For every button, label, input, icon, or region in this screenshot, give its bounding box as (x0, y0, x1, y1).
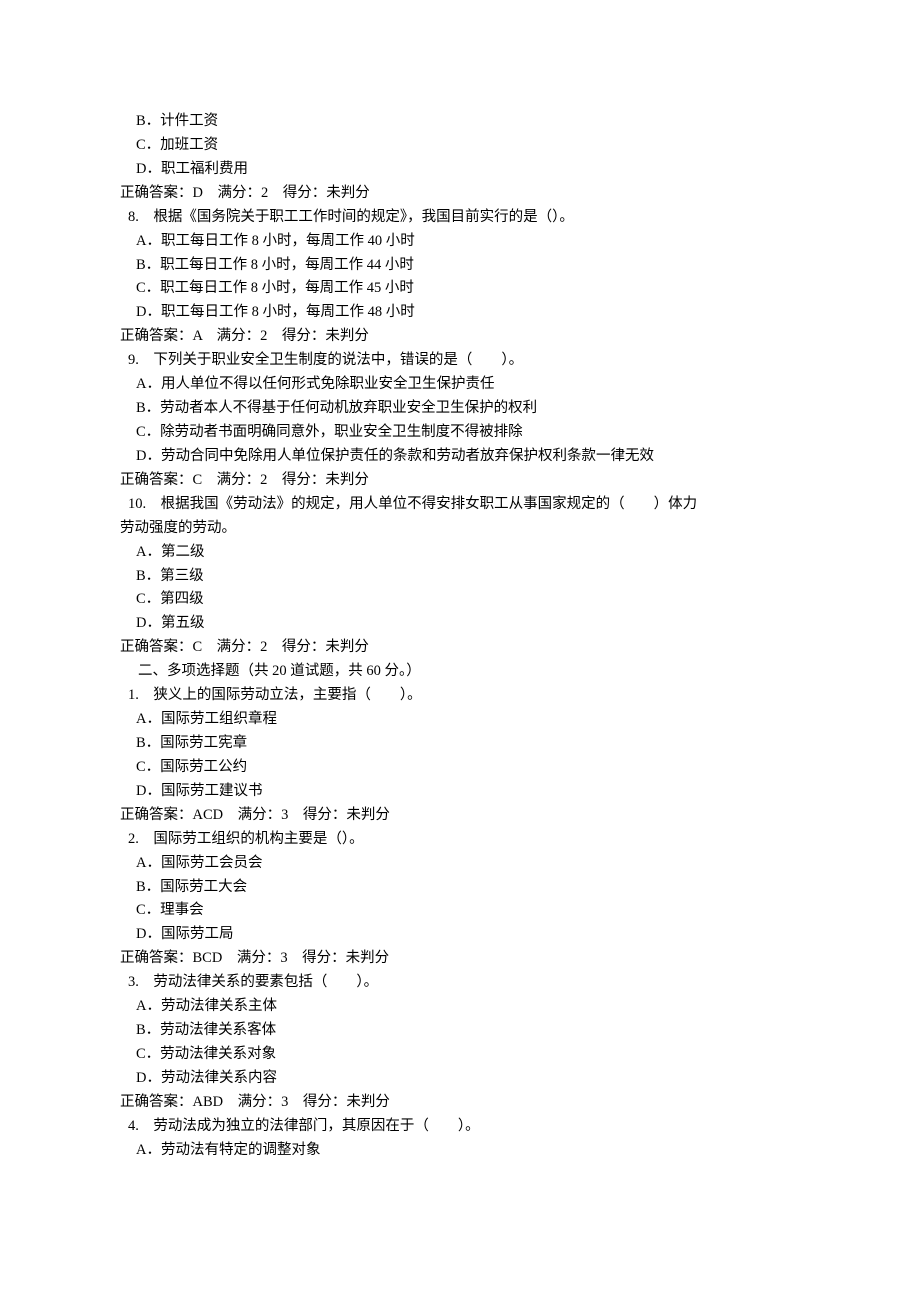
text-line: 10. 根据我国《劳动法》的规定，用人单位不得安排女职工从事国家规定的（ ）体力 (120, 493, 800, 517)
text-line: 二、多项选择题（共 20 道试题，共 60 分。） (120, 660, 800, 684)
text-line: D．劳动法律关系内容 (120, 1067, 800, 1091)
text-line: D．国际劳工建议书 (120, 780, 800, 804)
text-line: B．劳动法律关系客体 (120, 1019, 800, 1043)
text-line: A．国际劳工会员会 (120, 852, 800, 876)
text-line: 4. 劳动法成为独立的法律部门，其原因在于（ ）。 (120, 1115, 800, 1139)
text-line: B．劳动者本人不得基于任何动机放弃职业安全卫生保护的权利 (120, 397, 800, 421)
text-line: C．劳动法律关系对象 (120, 1043, 800, 1067)
text-line: 1. 狭义上的国际劳动立法，主要指（ ）。 (120, 684, 800, 708)
text-line: 正确答案：D 满分：2 得分：未判分 (120, 182, 800, 206)
text-line: C．职工每日工作 8 小时，每周工作 45 小时 (120, 277, 800, 301)
text-line: B．国际劳工宪章 (120, 732, 800, 756)
text-line: D．劳动合同中免除用人单位保护责任的条款和劳动者放弃保护权利条款一律无效 (120, 445, 800, 469)
text-line: D．职工福利费用 (120, 158, 800, 182)
text-line: 正确答案：BCD 满分：3 得分：未判分 (120, 947, 800, 971)
text-line: 2. 国际劳工组织的机构主要是（）。 (120, 828, 800, 852)
text-line: 劳动强度的劳动。 (120, 517, 800, 541)
text-line: 正确答案：ABD 满分：3 得分：未判分 (120, 1091, 800, 1115)
text-line: B．国际劳工大会 (120, 876, 800, 900)
text-line: B．计件工资 (120, 110, 800, 134)
text-line: B．职工每日工作 8 小时，每周工作 44 小时 (120, 254, 800, 278)
text-line: D．第五级 (120, 612, 800, 636)
text-line: 正确答案：ACD 满分：3 得分：未判分 (120, 804, 800, 828)
text-line: 正确答案：C 满分：2 得分：未判分 (120, 636, 800, 660)
text-line: 3. 劳动法律关系的要素包括（ ）。 (120, 971, 800, 995)
text-line: A．国际劳工组织章程 (120, 708, 800, 732)
text-line: D．国际劳工局 (120, 923, 800, 947)
text-line: A．用人单位不得以任何形式免除职业安全卫生保护责任 (120, 373, 800, 397)
text-line: C．理事会 (120, 899, 800, 923)
text-line: A．第二级 (120, 541, 800, 565)
text-line: B．第三级 (120, 565, 800, 589)
text-line: D．职工每日工作 8 小时，每周工作 48 小时 (120, 301, 800, 325)
text-line: A．劳动法律关系主体 (120, 995, 800, 1019)
text-line: C．加班工资 (120, 134, 800, 158)
text-line: 正确答案：C 满分：2 得分：未判分 (120, 469, 800, 493)
text-line: 9. 下列关于职业安全卫生制度的说法中，错误的是（ ）。 (120, 349, 800, 373)
text-line: 8. 根据《国务院关于职工工作时间的规定》，我国目前实行的是（）。 (120, 206, 800, 230)
text-line: C．国际劳工公约 (120, 756, 800, 780)
text-line: C．第四级 (120, 588, 800, 612)
text-line: A．劳动法有特定的调整对象 (120, 1139, 800, 1163)
text-line: C．除劳动者书面明确同意外，职业安全卫生制度不得被排除 (120, 421, 800, 445)
text-line: 正确答案：A 满分：2 得分：未判分 (120, 325, 800, 349)
text-line: A．职工每日工作 8 小时，每周工作 40 小时 (120, 230, 800, 254)
